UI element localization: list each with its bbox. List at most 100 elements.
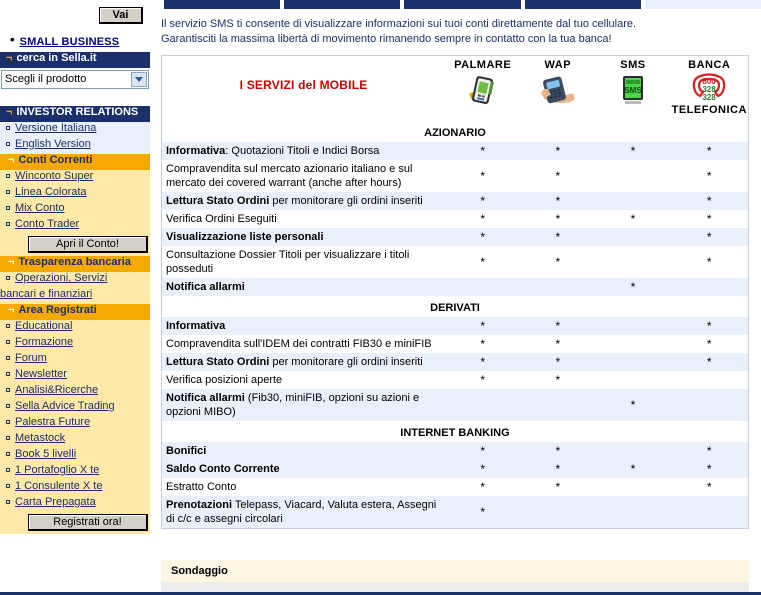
registrati-ora-button[interactable]: Registrati ora! bbox=[28, 514, 148, 531]
row-label: Prenotazioni Telepass, Viacard, Valuta e… bbox=[161, 495, 446, 528]
square-bullet-icon bbox=[6, 452, 10, 456]
square-bullet-icon bbox=[6, 500, 10, 504]
sidebar-item-forum[interactable]: Forum bbox=[0, 352, 150, 368]
sidebar-item-label[interactable]: Winconto Super bbox=[15, 170, 93, 182]
product-select-wrap: Scegli il prodotto bbox=[0, 68, 150, 91]
apri-conto-button[interactable]: Apri il Conto! bbox=[28, 236, 148, 253]
sidebar-item-english-version[interactable]: English Version bbox=[0, 138, 150, 154]
sidebar-item-label[interactable]: Palestra Future bbox=[15, 416, 90, 428]
row-label-bold: Informativa bbox=[166, 319, 226, 332]
square-bullet-icon bbox=[6, 372, 10, 376]
table-row: Lettura Stato Ordini per monitorare gli … bbox=[161, 352, 749, 371]
cell-wap: * bbox=[520, 191, 596, 210]
sidebar-item-conto-trader[interactable]: Conto Trader bbox=[0, 218, 150, 234]
corner-arrow-icon: ¬ bbox=[6, 52, 13, 64]
apri-conto-row: Apri il Conto! bbox=[0, 234, 150, 256]
sidebar-item-label[interactable]: Linea Colorata bbox=[15, 186, 87, 198]
sidebar-item-mix-conto[interactable]: Mix Conto bbox=[0, 202, 150, 218]
row-label: Lettura Stato Ordini per monitorare gli … bbox=[161, 191, 446, 210]
sidebar-item-1-portafoglio-x-te[interactable]: 1 Portafoglio X te bbox=[0, 464, 150, 480]
sidebar-item-label[interactable]: Versione Italiana bbox=[15, 122, 96, 134]
section-title: INTERNET BANKING bbox=[161, 420, 749, 442]
sidebar-item-label[interactable]: English Version bbox=[15, 138, 91, 150]
tab-stub-1[interactable] bbox=[164, 0, 281, 9]
sidebar-item-label[interactable]: Formazione bbox=[15, 336, 73, 348]
cell-wap: * bbox=[520, 209, 596, 228]
cell-sms bbox=[595, 227, 671, 246]
tab-stub-2[interactable] bbox=[284, 0, 401, 9]
sidebar-item-linea-colorata[interactable]: Linea Colorata bbox=[0, 186, 150, 202]
row-label: Compravendita sull'IDEM dei contratti FI… bbox=[161, 334, 446, 353]
table-header-row: I SERVIZI del MOBILE PALMARE WAP SMS SMS… bbox=[161, 55, 749, 121]
sidebar-item-palestra-future[interactable]: Palestra Future bbox=[0, 416, 150, 432]
row-label: Verifica Ordini Eseguiti bbox=[161, 209, 446, 228]
tab-stub-4[interactable] bbox=[524, 0, 641, 9]
sidebar-item-label[interactable]: Analisi&Ricerche bbox=[15, 384, 98, 396]
product-select-value: Scegli il prodotto bbox=[5, 73, 87, 85]
table-row: Compravendita sull'IDEM dei contratti FI… bbox=[161, 334, 749, 353]
cell-sms bbox=[595, 352, 671, 371]
tab-stub-5[interactable] bbox=[644, 0, 761, 9]
square-bullet-icon bbox=[6, 174, 10, 178]
sidebar-item-label[interactable]: Metastock bbox=[15, 432, 65, 444]
sidebar-item-sella-advice-trading[interactable]: Sella Advice Trading bbox=[0, 400, 150, 416]
sidebar-item-label[interactable]: Newsletter bbox=[15, 368, 67, 380]
sidebar-item-label[interactable]: Educational bbox=[15, 320, 73, 332]
sidebar-item-label[interactable]: bancari e finanziari bbox=[0, 288, 92, 300]
sidebar-item-1-consulente-x-te[interactable]: 1 Consulente X te bbox=[0, 480, 150, 496]
product-select[interactable]: Scegli il prodotto bbox=[1, 70, 149, 89]
square-bullet-icon bbox=[6, 126, 10, 130]
table-row: Informativa * * * bbox=[161, 316, 749, 335]
sidebar-item-newsletter[interactable]: Newsletter bbox=[0, 368, 150, 384]
small-business-link[interactable]: SMALL BUSINESS bbox=[20, 36, 120, 48]
small-business-item: • SMALL BUSINESS bbox=[0, 32, 151, 48]
sidebar-item-operazioni-servizi[interactable]: Operazioni, Servizi bbox=[0, 272, 150, 288]
chevron-down-icon[interactable] bbox=[131, 72, 147, 87]
row-label-rest: Compravendita sull'IDEM dei contratti FI… bbox=[166, 337, 432, 350]
sidebar-item-carta-prepagata[interactable]: Carta Prepagata bbox=[0, 496, 150, 512]
search-sella-label: cerca in Sella.it bbox=[16, 52, 97, 64]
row-label: Lettura Stato Ordini per monitorare gli … bbox=[161, 352, 446, 371]
cell-sms bbox=[595, 495, 671, 528]
table-row: Visualizzazione liste personali * * * bbox=[161, 227, 749, 246]
row-label: Estratto Conto bbox=[161, 477, 446, 496]
cell-wap: * bbox=[520, 352, 596, 371]
tab-stub-3[interactable] bbox=[404, 0, 521, 9]
sidebar-item-label[interactable]: Operazioni, Servizi bbox=[15, 272, 107, 284]
corner-arrow-icon: ¬ bbox=[8, 256, 15, 268]
column-header-sms: SMS SMS bbox=[595, 55, 671, 121]
sidebar-item-formazione[interactable]: Formazione bbox=[0, 336, 150, 352]
cell-wap: * bbox=[520, 370, 596, 389]
go-button[interactable]: Vai bbox=[99, 7, 143, 24]
column-label: BANCA bbox=[688, 59, 731, 71]
table-row: Verifica Ordini Eseguiti * * * * bbox=[161, 209, 749, 228]
sidebar-item-winconto-super[interactable]: Winconto Super bbox=[0, 170, 150, 186]
sidebar-item-label[interactable]: Book 5 livelli bbox=[15, 448, 76, 460]
sidebar-item-book-5-livelli[interactable]: Book 5 livelli bbox=[0, 448, 150, 464]
cell-palmare bbox=[445, 388, 521, 421]
sidebar-item-label[interactable]: 1 Portafoglio X te bbox=[15, 464, 99, 476]
sidebar-section-label: Conti Correnti bbox=[18, 154, 93, 166]
sidebar-item-educational[interactable]: Educational bbox=[0, 320, 150, 336]
sidebar-item-label[interactable]: Forum bbox=[15, 352, 47, 364]
mobile-services-table: I SERVIZI del MOBILE PALMARE WAP SMS SMS… bbox=[161, 55, 749, 529]
sidebar-item-label[interactable]: 1 Consulente X te bbox=[15, 480, 102, 492]
row-label: Notifica allarmi (Fib30, miniFIB, opzion… bbox=[161, 388, 446, 421]
sidebar-item-label[interactable]: Conto Trader bbox=[15, 218, 79, 230]
row-label: Bonifici bbox=[161, 441, 446, 460]
sidebar-item-versione-italiana[interactable]: Versione Italiana bbox=[0, 122, 150, 138]
square-bullet-icon bbox=[6, 484, 10, 488]
sidebar-item-bancari-finanziari[interactable]: bancari e finanziari bbox=[0, 288, 150, 304]
sidebar-item-label[interactable]: Mix Conto bbox=[15, 202, 65, 214]
square-bullet-icon bbox=[6, 420, 10, 424]
sidebar-item-label[interactable]: Sella Advice Trading bbox=[15, 400, 115, 412]
sidebar-item-label[interactable]: Carta Prepagata bbox=[15, 496, 96, 508]
cell-palmare: * bbox=[445, 495, 521, 528]
row-label-bold: Prenotazioni bbox=[166, 498, 233, 511]
row-label-rest: per monitorare gli ordini inseriti bbox=[269, 355, 423, 368]
sidebar-item-analisi-ricerche[interactable]: Analisi&Ricerche bbox=[0, 384, 150, 400]
svg-text:SMS: SMS bbox=[624, 86, 642, 95]
sidebar-section-area-registrati: ¬ Area Registrati bbox=[0, 304, 150, 320]
sidebar-item-metastock[interactable]: Metastock bbox=[0, 432, 150, 448]
cell-palmare: * bbox=[445, 159, 521, 192]
